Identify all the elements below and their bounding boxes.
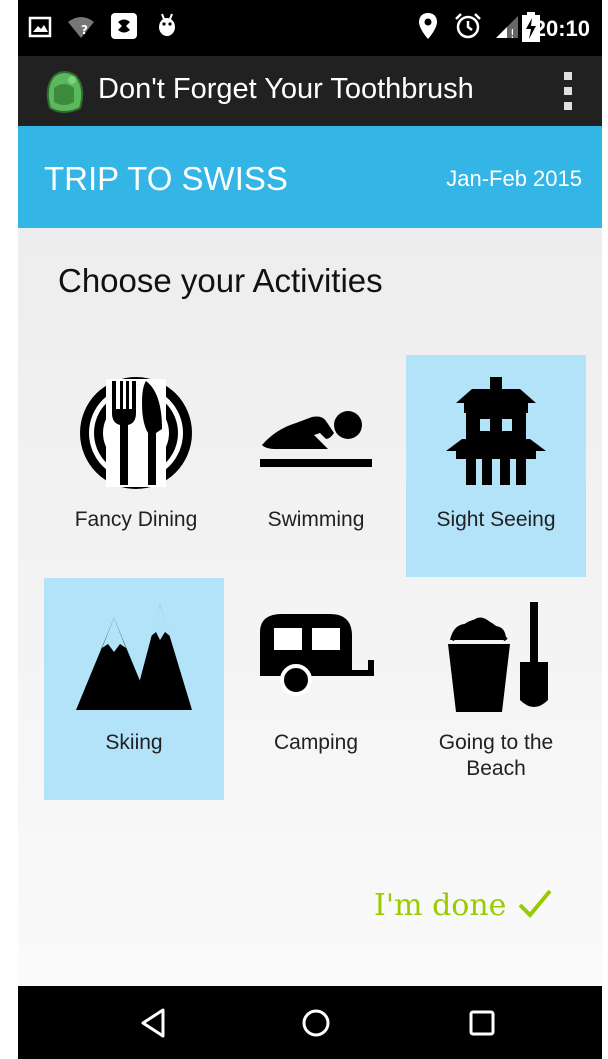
- activities-panel: Choose your Activities Fancy Dining Swim…: [18, 228, 602, 986]
- alarm-icon: [455, 13, 481, 39]
- app-notification-icon: [111, 13, 137, 39]
- activity-camping[interactable]: Camping: [226, 578, 406, 800]
- activity-label: Going to the Beach: [438, 731, 554, 780]
- camper-trailer-icon: [260, 614, 374, 696]
- activity-skiing[interactable]: Skiing: [44, 578, 224, 800]
- status-time: 20:10: [533, 16, 590, 41]
- activity-sight-seeing[interactable]: Sight Seeing: [406, 355, 586, 577]
- location-pin-icon: [419, 13, 437, 39]
- pagoda-icon: [446, 377, 546, 485]
- activity-swimming[interactable]: Swimming: [226, 355, 406, 577]
- app-bar: Don't Forget Your Toothbrush: [18, 56, 602, 126]
- trip-dates: Jan-Feb 2015: [446, 166, 582, 191]
- trip-header: TRIP TO SWISS Jan-Feb 2015: [18, 126, 602, 228]
- activity-label: Skiing: [105, 731, 163, 754]
- svg-text:?: ?: [81, 23, 88, 37]
- home-icon[interactable]: [299, 1006, 333, 1040]
- activity-label: Camping: [273, 731, 359, 754]
- activity-label: Swimming: [267, 508, 365, 531]
- bucket-spade-icon: [448, 602, 548, 712]
- backpack-icon[interactable]: [40, 68, 88, 116]
- status-bar: ? ! 20:10: [18, 0, 602, 56]
- section-title: Choose your Activities: [58, 262, 383, 299]
- overflow-menu-icon[interactable]: [558, 68, 578, 114]
- svg-text:!: !: [510, 27, 515, 40]
- activity-fancy-dining[interactable]: Fancy Dining: [46, 355, 226, 577]
- recents-icon[interactable]: [465, 1006, 499, 1040]
- navigation-bar: [18, 986, 602, 1059]
- gallery-icon: [28, 16, 52, 38]
- swimming-icon: [260, 411, 372, 467]
- done-button[interactable]: I'm done: [374, 888, 552, 923]
- activity-label: Fancy Dining: [74, 508, 198, 531]
- signal-icon: !: [496, 16, 518, 40]
- checkmark-icon: [518, 889, 552, 918]
- mountains-icon: [76, 604, 192, 710]
- android-debug-icon: [159, 13, 175, 36]
- wifi-unknown-icon: ?: [68, 17, 94, 38]
- app-title: Don't Forget Your Toothbrush: [98, 73, 474, 105]
- back-icon[interactable]: [137, 1006, 171, 1040]
- activity-going-to-the-beach[interactable]: Going to the Beach: [406, 578, 586, 800]
- phone-screen: ? ! 20:10 Don't Forget Your Toothbrush T…: [18, 0, 602, 1059]
- trip-name: TRIP TO SWISS: [44, 160, 288, 197]
- done-label: I'm done: [374, 888, 507, 923]
- activity-label: Sight Seeing: [436, 508, 556, 531]
- fancy-dining-icon: [80, 377, 192, 489]
